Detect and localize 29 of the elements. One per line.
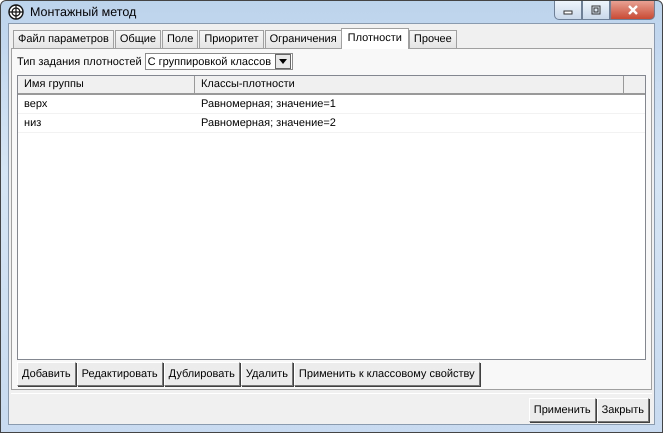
action-button[interactable]: Дублировать: [164, 362, 240, 386]
tab[interactable]: Ограничения: [264, 30, 342, 48]
table-cell-text: Равномерная; значение=1: [200, 98, 337, 110]
action-button[interactable]: Удалить: [240, 362, 293, 386]
window-title: Монтажный метод: [30, 5, 136, 19]
type-dropdown[interactable]: С группировкой классов: [144, 53, 294, 70]
table-cell-text: низ: [23, 117, 42, 129]
tab[interactable]: Общие: [114, 30, 162, 48]
tab[interactable]: Плотности: [340, 28, 409, 49]
dialog-button[interactable]: Закрыть: [596, 398, 649, 422]
column-header[interactable]: Имя группы: [18, 76, 195, 94]
tab[interactable]: Приоритет: [199, 30, 264, 48]
app-icon: [8, 4, 24, 20]
tab[interactable]: Прочее: [408, 30, 457, 48]
column-header[interactable]: Классы-плотности: [195, 76, 624, 94]
tab[interactable]: Файл параметров: [13, 30, 114, 48]
table-cell-text: Равномерная; значение=2: [200, 117, 337, 129]
action-button[interactable]: Добавить: [17, 362, 76, 386]
field-label: Тип задания плотностей: [17, 56, 142, 68]
action-button[interactable]: Применить к классовому свойству: [294, 362, 480, 386]
close-button[interactable]: [610, 1, 655, 20]
maximize-button[interactable]: [582, 1, 610, 20]
table-cell-text: верх: [23, 98, 48, 110]
maximize-icon: [591, 5, 601, 15]
close-icon: [626, 5, 638, 15]
tab[interactable]: Поле: [162, 30, 198, 48]
minimize-button[interactable]: [554, 1, 582, 20]
action-button[interactable]: Редактировать: [76, 362, 163, 386]
dialog-button[interactable]: Применить: [528, 398, 596, 422]
